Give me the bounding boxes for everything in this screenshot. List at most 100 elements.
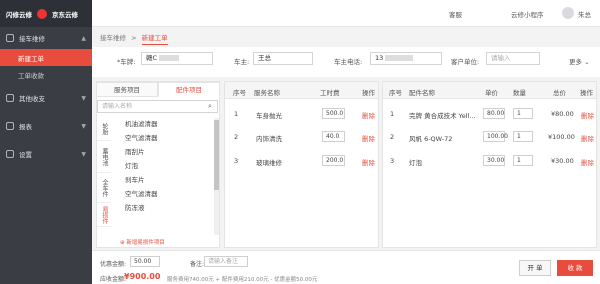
sidebar: 闪修云修 京东云修 接车维修 ▲ 新建工单 工单收款 其他收支 ▼ 报表 ▼ 设… (0, 0, 92, 284)
service-fee-input[interactable]: 200.0 (322, 155, 345, 166)
logo-text-2: 京东云修 (52, 10, 78, 19)
part-total: ¥80.00 (551, 110, 574, 118)
chevron-down-icon: ▼ (81, 94, 86, 102)
sidebar-group-label: 报表 (19, 123, 32, 131)
phone-input[interactable]: 13 (370, 52, 442, 65)
column-header: 序号 (233, 89, 246, 97)
part-index: 3 (390, 157, 395, 165)
chevron-up-icon: ▲ (81, 34, 86, 42)
delete-button[interactable]: 删除 (362, 110, 375, 120)
list-item[interactable]: 防冻液 (118, 201, 216, 215)
logo: 闪修云修 京东云修 (0, 0, 92, 27)
parts-scrollbar[interactable] (214, 118, 219, 235)
part-price-input[interactable]: 30.00 (483, 155, 505, 166)
part-index: 1 (390, 110, 395, 118)
delete-button[interactable]: 删除 (581, 110, 594, 120)
part-qty-input[interactable]: 1 (513, 108, 533, 119)
sidebar-item-new-order[interactable]: 新建工单 (0, 49, 92, 66)
category-item[interactable]: 易损件 (97, 203, 111, 227)
collect-payment-button[interactable]: 收 款 (557, 260, 593, 276)
service-fee-input[interactable]: 500.0 (322, 108, 345, 119)
discount-label: 优惠金额: (100, 261, 127, 268)
breadcrumb-parent[interactable]: 接车维修 (100, 34, 126, 42)
total-label: 应收金额: (100, 276, 127, 283)
plate-label: *车牌: (117, 58, 136, 66)
gear-icon (6, 150, 14, 158)
scrollbar-thumb[interactable] (214, 120, 219, 190)
breadcrumb-current: 新建工单 (141, 34, 168, 45)
services-header (225, 82, 378, 99)
tab-services[interactable]: 服务项目 (96, 82, 158, 97)
part-name: 风帆 6-QW-72 (409, 135, 453, 143)
parts-search-input[interactable]: 请输入名称 (97, 100, 218, 113)
sidebar-group-repair[interactable]: 接车维修 ▲ (0, 27, 92, 49)
sidebar-item-order-payment[interactable]: 工单收款 (0, 66, 92, 83)
category-item[interactable]: 蓄电池 (97, 141, 111, 173)
service-index: 2 (234, 133, 239, 141)
delete-button[interactable]: 删除 (581, 133, 594, 143)
column-header: 总价 (553, 89, 566, 97)
part-total: ¥100.00 (548, 133, 575, 141)
sidebar-group-settings[interactable]: 设置 ▼ (0, 143, 92, 165)
column-header: 单价 (485, 89, 498, 97)
sidebar-group-label: 其他收支 (19, 95, 45, 103)
open-order-button[interactable]: 开 单 (519, 260, 551, 276)
note-label: 备注: (190, 261, 205, 268)
logo-text-1: 闪修云修 (6, 10, 32, 19)
delete-button[interactable]: 删除 (362, 133, 375, 143)
part-qty-input[interactable]: 1 (513, 155, 533, 166)
report-icon (6, 122, 14, 130)
service-fee-input[interactable]: 40.0 (322, 131, 345, 142)
delete-button[interactable]: 删除 (362, 157, 375, 167)
sidebar-group-label: 设置 (19, 151, 32, 159)
add-part-link[interactable]: ⊕ 新增易损件项目 (120, 238, 165, 246)
services-table (224, 81, 379, 248)
breadcrumb: 接车维修 > 新建工单 (100, 32, 168, 45)
delete-button[interactable]: 删除 (581, 157, 594, 167)
car-icon (6, 34, 14, 42)
total-breakdown: 服务费用740.00元 + 配件费用210.00元 - 优惠金额50.00元 (167, 277, 318, 283)
unit-input[interactable]: 请输入 (486, 52, 540, 65)
list-item[interactable]: 雨刮片 (118, 145, 216, 159)
total-amount: ¥900.00 (124, 272, 161, 281)
note-input[interactable]: 请输入备注 (204, 256, 248, 267)
owner-input[interactable]: 王总 (253, 52, 313, 65)
logo-mark-icon (37, 8, 47, 19)
column-header: 序号 (389, 89, 402, 97)
user-name[interactable]: 朱总 (578, 9, 591, 19)
part-total: ¥30.00 (551, 157, 574, 165)
sidebar-group-report[interactable]: 报表 ▼ (0, 115, 92, 137)
category-list: 轮胎 蓄电池 全车件 易损件 (97, 117, 111, 235)
avatar[interactable] (562, 7, 574, 19)
list-item[interactable]: 空气滤清器 (118, 131, 216, 145)
parts-list: 机油滤清器 空气滤清器 雨刮片 灯泡 刹车片 空气滤清器 防冻液 (118, 117, 216, 215)
chevron-down-icon: ⌄ (584, 58, 590, 66)
part-price-input[interactable]: 80.00 (483, 108, 505, 119)
miniapp-link[interactable]: 云修小程序 (511, 9, 544, 19)
column-header: 工时费 (320, 89, 340, 97)
sidebar-group-label: 接车维修 (19, 35, 45, 43)
list-item[interactable]: 机油滤清器 (118, 117, 216, 131)
category-item[interactable]: 全车件 (97, 173, 111, 203)
owner-label: 车主: (234, 58, 250, 66)
search-icon[interactable]: ⌕ (208, 102, 212, 111)
category-item[interactable]: 轮胎 (97, 117, 111, 141)
list-item[interactable]: 空气滤清器 (118, 187, 216, 201)
sidebar-group-other[interactable]: 其他收支 ▼ (0, 87, 92, 109)
more-toggle[interactable]: 更多 ⌄ (569, 56, 590, 66)
list-item[interactable]: 刹车片 (118, 173, 216, 187)
discount-input[interactable]: 50.00 (130, 256, 160, 267)
plate-input[interactable]: 赣C (141, 52, 213, 65)
list-item[interactable]: 灯泡 (118, 159, 216, 173)
phone-label: 车主电话: (334, 58, 363, 66)
service-name: 内饰清洗 (256, 135, 282, 143)
breadcrumb-separator: > (131, 34, 137, 42)
part-price-input[interactable]: 100.00 (483, 131, 508, 142)
wallet-icon (6, 94, 14, 102)
tab-parts[interactable]: 配件项目 (158, 82, 220, 97)
service-link[interactable]: 客服 (449, 9, 462, 19)
part-name: 灯泡 (409, 159, 422, 167)
service-name: 玻璃维修 (256, 159, 282, 167)
part-name: 完牌 黄合成技术 Yell... (409, 112, 476, 120)
part-qty-input[interactable]: 1 (513, 131, 533, 142)
